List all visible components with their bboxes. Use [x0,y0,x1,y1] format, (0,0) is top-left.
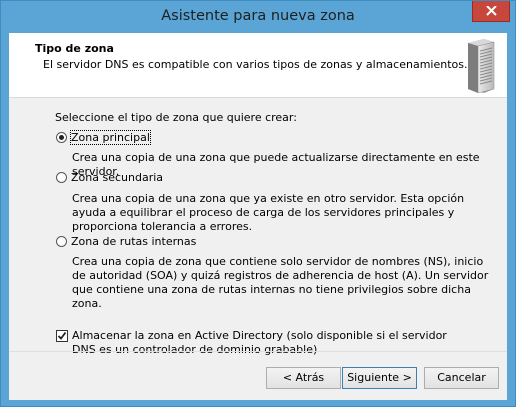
page-title: Tipo de zona [35,42,114,55]
cancel-button[interactable]: Cancelar [424,367,499,389]
store-in-ad-checkbox[interactable] [56,330,68,342]
wizard-client-area: Tipo de zona El servidor DNS es compatib… [9,33,507,400]
store-in-ad-label[interactable]: Almacenar la zona en Active Directory (s… [72,329,466,357]
radio-label[interactable]: Zona secundaria [71,171,163,184]
radio-zona-rutas-internas[interactable]: Zona de rutas internas [56,233,196,249]
option-description: Crea una copia de una zona que ya existe… [72,192,465,233]
footer-divider [9,351,507,352]
radio-zona-principal[interactable]: Zona principal [56,129,151,145]
radio-zona-secundaria[interactable]: Zona secundaria [56,169,163,185]
wizard-body: Seleccione el tipo de zona que quiere cr… [9,98,507,356]
radio-label[interactable]: Zona de rutas internas [71,235,196,248]
server-icon [468,39,495,93]
title-bar[interactable]: Asistente para nueva zona [1,1,515,33]
radio-button[interactable] [56,171,67,183]
wizard-window: Asistente para nueva zona Tipo de zona E… [0,0,516,407]
radio-button-selected[interactable] [56,131,67,143]
close-icon [486,6,497,16]
window-title: Asistente para nueva zona [161,8,355,24]
wizard-header: Tipo de zona El servidor DNS es compatib… [9,33,507,98]
zone-type-prompt: Seleccione el tipo de zona que quiere cr… [55,111,297,124]
store-in-ad-checkbox-row[interactable]: Almacenar la zona en Active Directory (s… [56,329,466,357]
page-subtitle: El servidor DNS es compatible con varios… [43,58,468,71]
checkmark-icon [57,331,67,340]
back-button[interactable]: < Atrás [266,367,341,389]
close-button[interactable] [472,1,510,22]
radio-label[interactable]: Zona principal [70,129,151,145]
radio-button[interactable] [56,235,67,247]
option-description: Crea una copia de zona que contiene solo… [72,255,489,310]
next-button[interactable]: Siguiente > [342,367,417,389]
